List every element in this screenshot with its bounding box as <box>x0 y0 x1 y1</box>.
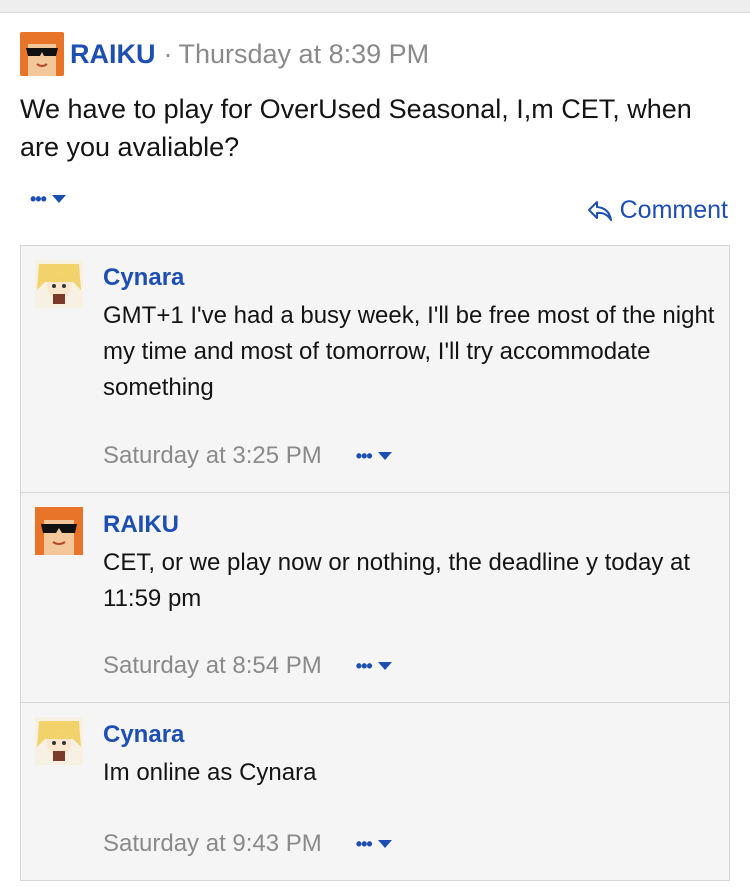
comment-more-menu[interactable]: ••• <box>356 657 392 675</box>
avatar-cynara[interactable] <box>35 260 83 308</box>
reply-arrow-icon <box>587 200 612 221</box>
more-dots-icon: ••• <box>355 834 373 854</box>
comment-label: Comment <box>619 196 728 224</box>
comment-text: GMT+1 I've had a busy week, I'll be free… <box>103 302 715 401</box>
post-timestamp[interactable]: Thursday at 8:39 PM <box>179 39 430 70</box>
comment-text: Im online as Cynara <box>103 759 317 786</box>
comment-timestamp[interactable]: Saturday at 9:43 PM <box>103 830 322 858</box>
post-more-menu[interactable]: ••• <box>30 190 66 208</box>
comment-footer: Saturday at 8:54 PM ••• <box>103 652 392 680</box>
more-dots-icon: ••• <box>30 189 47 209</box>
comment-thread: Cynara GMT+1 I've had a busy week, I'll … <box>20 245 730 881</box>
top-divider <box>0 0 750 13</box>
comment-more-menu[interactable]: ••• <box>356 447 392 465</box>
comment-footer: Saturday at 3:25 PM ••• <box>103 442 392 470</box>
post-body: We have to play for OverUsed Seasonal, I… <box>20 94 692 162</box>
more-dots-icon: ••• <box>355 446 373 466</box>
comment-author[interactable]: Cynara <box>103 721 184 749</box>
caret-down-icon <box>377 840 392 848</box>
page: RAIKU · Thursday at 8:39 PM We have to p… <box>0 0 750 887</box>
caret-down-icon <box>377 452 392 460</box>
comment-item: Cynara GMT+1 I've had a busy week, I'll … <box>21 246 729 493</box>
comment-footer: Saturday at 9:43 PM ••• <box>103 830 392 858</box>
comment-more-menu[interactable]: ••• <box>356 835 392 853</box>
comment-author[interactable]: Cynara <box>103 264 184 292</box>
comment-timestamp[interactable]: Saturday at 3:25 PM <box>103 442 322 470</box>
post-author[interactable]: RAIKU <box>70 39 156 70</box>
meta-separator: · <box>163 38 173 69</box>
avatar-cynara[interactable] <box>35 717 83 765</box>
more-dots-icon: ••• <box>355 656 373 676</box>
comment-timestamp[interactable]: Saturday at 8:54 PM <box>103 652 322 680</box>
comment-item: RAIKU CET, or we play now or nothing, th… <box>21 493 729 703</box>
comment-author[interactable]: RAIKU <box>103 511 179 539</box>
caret-down-icon <box>51 195 66 203</box>
comment-button[interactable]: Comment <box>586 196 728 225</box>
avatar-raiku[interactable] <box>35 507 83 555</box>
comment-item: Cynara Im online as Cynara Saturday at 9… <box>21 703 729 880</box>
caret-down-icon <box>377 662 392 670</box>
post-header: RAIKU · Thursday at 8:39 PM <box>20 32 429 76</box>
avatar-raiku[interactable] <box>20 32 64 76</box>
comment-text: CET, or we play now or nothing, the dead… <box>103 549 691 612</box>
